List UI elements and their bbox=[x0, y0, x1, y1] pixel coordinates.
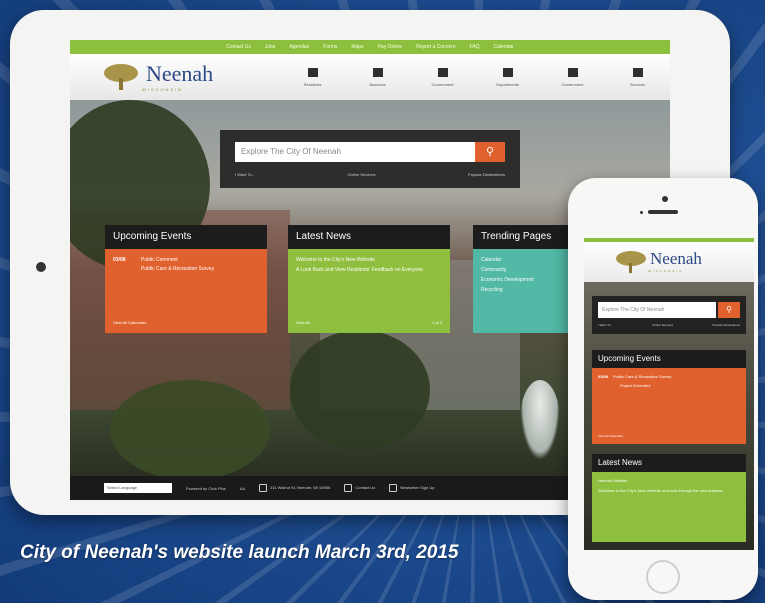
nav-item-visitors[interactable]: Government bbox=[540, 67, 605, 87]
visitors-icon bbox=[567, 67, 578, 77]
tree-image bbox=[110, 380, 270, 480]
phone-event-subtitle: Project Extended bbox=[620, 383, 651, 388]
language-select[interactable]: Select Language bbox=[104, 483, 172, 493]
phone-search-panel: Explore The City Of Neenah ⚲ I Want To..… bbox=[592, 296, 746, 334]
news-card-body: Welcome to the City's New Website A Look… bbox=[288, 249, 450, 333]
phone-news-item[interactable]: Neenah Website bbox=[598, 478, 740, 483]
search-input[interactable]: Explore The City Of Neenah bbox=[235, 142, 475, 162]
phone-hero: Explore The City Of Neenah ⚲ I Want To..… bbox=[584, 282, 754, 550]
top-nav-item[interactable]: Contact Us bbox=[226, 44, 251, 50]
phone-view-all-calendars[interactable]: View All Calendars bbox=[598, 434, 623, 438]
services-icon bbox=[632, 67, 643, 77]
text-size-control[interactable]: AA bbox=[240, 486, 245, 491]
footer-address[interactable]: 211 Walnut St, Neenah, WI 54956 bbox=[259, 484, 330, 492]
phone-sensor bbox=[640, 211, 643, 214]
news-card-title: Latest News bbox=[288, 225, 450, 249]
top-nav-item[interactable]: Report a Concern bbox=[416, 44, 455, 50]
tree-logo-icon bbox=[614, 250, 648, 273]
footer-newsletter[interactable]: Newsletter Sign Up bbox=[389, 484, 434, 492]
quick-link[interactable]: Popular Destinations bbox=[468, 172, 505, 177]
phone-device: Neenah WISCONSIN Explore The City Of Nee… bbox=[568, 178, 758, 600]
phone-icon bbox=[344, 484, 353, 492]
quick-link[interactable]: I Want To... bbox=[235, 172, 255, 177]
phone-search-input[interactable]: Explore The City Of Neenah bbox=[598, 302, 716, 318]
logo-subtext: WISCONSIN bbox=[142, 86, 184, 92]
tablet-camera bbox=[36, 262, 46, 272]
top-nav-item[interactable]: Calendar bbox=[494, 44, 514, 50]
mail-icon bbox=[389, 484, 398, 492]
home-icon bbox=[307, 67, 318, 77]
phone-screen: Neenah WISCONSIN Explore The City Of Nee… bbox=[584, 238, 754, 550]
nav-item-business[interactable]: Business bbox=[345, 67, 410, 87]
main-nav: Residents Business Government Department… bbox=[280, 67, 670, 87]
phone-header: Neenah WISCONSIN bbox=[584, 242, 754, 282]
phone-news-body: Neenah Website Welcome to the City's New… bbox=[592, 472, 746, 542]
top-nav-item[interactable]: Pay Online bbox=[378, 44, 402, 50]
phone-logo-text: Neenah bbox=[650, 249, 702, 268]
footer-contact[interactable]: Contact Us bbox=[344, 484, 375, 492]
phone-event-item[interactable]: 03/08 Public Care & Recreation Survey bbox=[598, 374, 740, 379]
search-icon: ⚲ bbox=[726, 305, 732, 314]
view-all-calendars-link[interactable]: View All Calendars bbox=[113, 320, 146, 325]
nav-item-services[interactable]: Services bbox=[605, 67, 670, 87]
site-logo[interactable]: Neenah WISCONSIN bbox=[100, 60, 260, 92]
top-nav-item[interactable]: Agendas bbox=[289, 44, 309, 50]
phone-camera bbox=[662, 196, 668, 202]
phone-quick-links: I Want To... Online Services Popular Des… bbox=[598, 323, 740, 327]
phone-home-button[interactable] bbox=[646, 560, 680, 594]
business-icon bbox=[372, 67, 383, 77]
top-nav-item[interactable]: FAQ bbox=[470, 44, 480, 50]
news-card: Latest News Welcome to the City's New We… bbox=[288, 225, 450, 333]
search-panel: Explore The City Of Neenah ⚲ I Want To..… bbox=[220, 130, 520, 188]
top-utility-nav: Contact Us Jobs Agendas Forms Maps Pay O… bbox=[70, 40, 670, 54]
events-card: Upcoming Events 03/08 Public Comment Pub… bbox=[105, 225, 267, 333]
fountain-image bbox=[520, 380, 560, 460]
quick-link[interactable]: Online Services bbox=[652, 323, 673, 327]
tree-image bbox=[290, 330, 430, 450]
phone-search-button[interactable]: ⚲ bbox=[718, 302, 740, 318]
search-icon: ⚲ bbox=[485, 146, 495, 158]
nav-item-departments[interactable]: Departments bbox=[475, 67, 540, 87]
tree-logo-icon bbox=[100, 64, 142, 90]
search-button[interactable]: ⚲ bbox=[475, 142, 505, 162]
caption-text: City of Neenah's website launch March 3r… bbox=[20, 542, 459, 563]
quick-links: I Want To... Online Services Popular Des… bbox=[235, 172, 505, 177]
quick-link[interactable]: I Want To... bbox=[598, 323, 613, 327]
top-nav-item[interactable]: Forms bbox=[323, 44, 337, 50]
phone-events-body: 03/08 Public Care & Recreation Survey Pro… bbox=[592, 368, 746, 444]
news-pager[interactable]: 1 of 3 bbox=[432, 320, 442, 325]
phone-events-title: Upcoming Events bbox=[592, 350, 746, 368]
news-item[interactable]: Welcome to the City's New Website bbox=[296, 257, 442, 263]
site-header: Neenah WISCONSIN Residents Business Gove… bbox=[70, 54, 670, 100]
phone-news-title: Latest News bbox=[592, 454, 746, 472]
top-nav-item[interactable]: Jobs bbox=[265, 44, 276, 50]
events-card-body: 03/08 Public Comment Public Care & Recre… bbox=[105, 249, 267, 333]
phone-logo-subtext: WISCONSIN bbox=[648, 269, 684, 273]
top-nav-item[interactable]: Maps bbox=[351, 44, 363, 50]
phone-speaker bbox=[648, 210, 678, 214]
nav-item-government[interactable]: Government bbox=[410, 67, 475, 87]
news-item[interactable]: A Look Back and View Residents' Feedback… bbox=[296, 267, 442, 273]
quick-link[interactable]: Online Services bbox=[348, 172, 376, 177]
events-card-title: Upcoming Events bbox=[105, 225, 267, 249]
quick-link[interactable]: Popular Destinations bbox=[712, 323, 740, 327]
departments-icon bbox=[502, 67, 513, 77]
phone-logo[interactable]: Neenah WISCONSIN bbox=[614, 250, 702, 273]
event-item[interactable]: Public Care & Recreation Survey bbox=[113, 266, 259, 272]
phone-news-summary: Welcome to the City's New Website and lo… bbox=[598, 488, 723, 493]
logo-text: Neenah bbox=[146, 60, 214, 86]
government-icon bbox=[437, 67, 448, 77]
nav-item-residents[interactable]: Residents bbox=[280, 67, 345, 87]
location-pin-icon bbox=[259, 484, 268, 492]
event-item[interactable]: 03/08 Public Comment bbox=[113, 257, 259, 263]
footer-powered-by[interactable]: Powered by Civic Plus bbox=[186, 486, 226, 491]
view-all-news-link[interactable]: View All bbox=[296, 320, 310, 325]
